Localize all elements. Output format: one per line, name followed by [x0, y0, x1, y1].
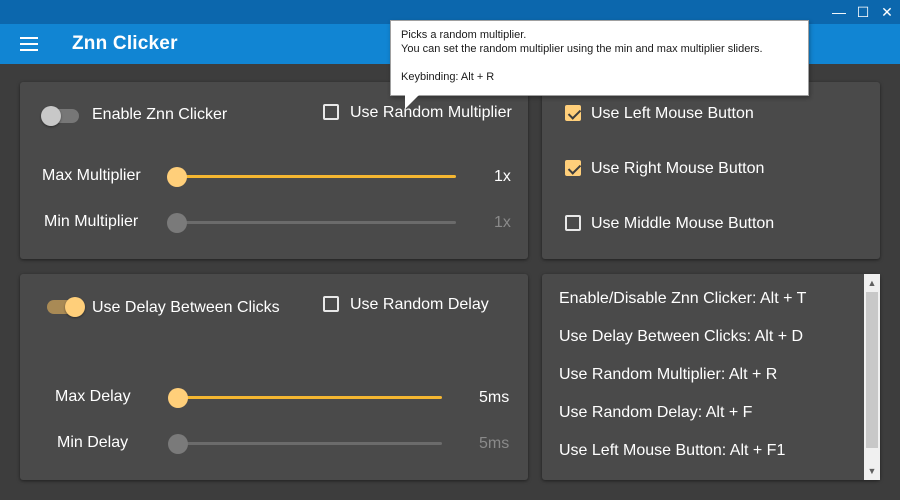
- chevron-up-icon[interactable]: ▲: [864, 276, 880, 290]
- max-delay-thumb[interactable]: [168, 388, 188, 408]
- chevron-down-icon[interactable]: ▼: [864, 464, 880, 478]
- keybindings-card: Enable/Disable Znn Clicker: Alt + T Use …: [542, 274, 880, 480]
- left-mouse-label: Use Left Mouse Button: [591, 105, 754, 122]
- min-multiplier-value: 1x: [494, 214, 511, 231]
- max-multiplier-label: Max Multiplier: [42, 167, 141, 184]
- tooltip-line: Picks a random multiplier.: [401, 29, 527, 41]
- min-multiplier-track[interactable]: [176, 221, 456, 224]
- min-delay-label: Min Delay: [57, 434, 129, 451]
- min-delay-value: 5ms: [479, 435, 510, 452]
- left-mouse-checkbox[interactable]: [565, 105, 581, 121]
- delay-label: Use Delay Between Clicks: [92, 299, 280, 316]
- delay-toggle-thumb[interactable]: [65, 297, 85, 317]
- max-delay-value: 5ms: [479, 389, 510, 406]
- tooltip-line: You can set the random multiplier using …: [401, 43, 763, 55]
- max-delay-track[interactable]: [177, 396, 442, 399]
- mouse-buttons-card: Use Left Mouse Button Use Right Mouse Bu…: [542, 82, 880, 259]
- clicker-settings-card: Enable Znn Clicker Use Random Multiplier…: [20, 82, 528, 259]
- minimize-button[interactable]: —: [828, 2, 850, 22]
- enable-label: Enable Znn Clicker: [92, 106, 228, 123]
- min-multiplier-label: Min Multiplier: [44, 213, 139, 230]
- keybinding-item: Use Delay Between Clicks: Alt + D: [559, 328, 804, 345]
- delay-settings-card: Use Delay Between Clicks Use Random Dela…: [20, 274, 528, 480]
- keybinding-item: Use Random Delay: Alt + F: [559, 404, 753, 421]
- keybinding-item: Use Random Multiplier: Alt + R: [559, 366, 778, 383]
- random-multiplier-tooltip: Picks a random multiplier. You can set t…: [390, 20, 809, 109]
- max-multiplier-value: 1x: [494, 168, 511, 185]
- min-delay-track[interactable]: [177, 442, 442, 445]
- random-delay-label: Use Random Delay: [350, 296, 489, 313]
- right-mouse-label: Use Right Mouse Button: [591, 160, 765, 177]
- scroll-thumb[interactable]: [866, 292, 878, 448]
- close-button[interactable]: ✕: [876, 2, 898, 22]
- min-delay-thumb[interactable]: [168, 434, 188, 454]
- enable-toggle-thumb[interactable]: [41, 106, 61, 126]
- maximize-button[interactable]: ☐: [852, 2, 874, 22]
- middle-mouse-checkbox[interactable]: [565, 215, 581, 231]
- max-delay-label: Max Delay: [55, 388, 131, 405]
- tooltip-keybinding: Keybinding: Alt + R: [401, 71, 495, 83]
- tooltip-pointer: [405, 95, 419, 109]
- min-multiplier-thumb[interactable]: [167, 213, 187, 233]
- keybindings-scrollbar[interactable]: ▲ ▼: [864, 274, 880, 480]
- hamburger-icon[interactable]: [20, 37, 40, 51]
- right-mouse-checkbox[interactable]: [565, 160, 581, 176]
- random-delay-checkbox[interactable]: [323, 296, 339, 312]
- keybinding-item: Use Left Mouse Button: Alt + F1: [559, 442, 786, 459]
- random-multiplier-checkbox[interactable]: [323, 104, 339, 120]
- app-title: Znn Clicker: [72, 33, 178, 54]
- max-multiplier-track[interactable]: [176, 175, 456, 178]
- keybinding-item: Enable/Disable Znn Clicker: Alt + T: [559, 290, 807, 307]
- middle-mouse-label: Use Middle Mouse Button: [591, 215, 775, 232]
- random-multiplier-label: Use Random Multiplier: [350, 104, 512, 121]
- max-multiplier-thumb[interactable]: [167, 167, 187, 187]
